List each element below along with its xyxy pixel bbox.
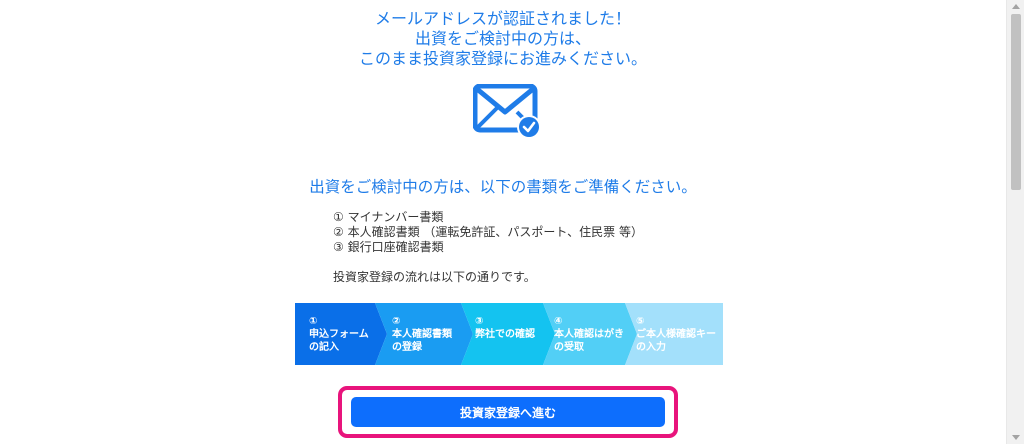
document-item: ② 本人確認書類 （運転免許証、パスポート、住民票 等） [333, 225, 643, 239]
flow-step-label: の記入 [309, 342, 339, 353]
headline-line-1: メールアドレスが認証されました！ [374, 9, 631, 28]
flow-step-label: 弊社での確認 [475, 329, 535, 340]
document-item: ① マイナンバー書類 [333, 210, 444, 224]
flow-step-label: の登録 [392, 342, 422, 353]
vertical-scrollbar[interactable] [1006, 0, 1024, 444]
headline-line-2: 出資をご検討中の方は、 [414, 29, 591, 48]
flow-step-number: ② [392, 316, 401, 327]
documents-list: ① マイナンバー書類 ② 本人確認書類 （運転免許証、パスポート、住民票 等） … [333, 210, 643, 255]
flow-intro-text: 投資家登録の流れは以下の通りです。 [333, 270, 536, 284]
flow-step-label: ご本人様確認キー [636, 329, 716, 340]
flow-step-number: ⑤ [636, 316, 645, 327]
flow-step-label: 本人確認書類 [392, 329, 452, 340]
flow-step-3: ③ 弊社での確認 [475, 315, 535, 341]
mail-verified-icon [472, 83, 541, 140]
documents-heading: 出資をご検討中の方は、以下の書類をご準備ください。 [309, 178, 697, 196]
scroll-up-arrow-icon[interactable] [1012, 4, 1020, 9]
flow-step-number: ④ [554, 316, 563, 327]
flow-step-number: ① [309, 316, 318, 327]
scroll-down-arrow-icon[interactable] [1012, 435, 1020, 440]
flow-step-label: 本人確認はがき [554, 329, 624, 340]
flow-step-label: の入力 [636, 342, 666, 353]
flow-step-1: ① 申込フォーム の記入 [309, 315, 369, 354]
flow-step-2: ② 本人確認書類 の登録 [392, 315, 452, 354]
flow-step-number: ③ [475, 316, 484, 327]
flow-step-4: ④ 本人確認はがき の受取 [554, 315, 624, 354]
headline-line-3: このまま投資家登録にお進みください。 [358, 49, 647, 68]
document-item: ③ 銀行口座確認書類 [333, 240, 444, 254]
flow-step-label: 申込フォーム [309, 329, 369, 340]
flow-step-label: の受取 [554, 342, 584, 353]
flow-step-5: ⑤ ご本人様確認キー の入力 [636, 315, 716, 354]
registration-flow: ① 申込フォーム の記入 ② 本人確認書類 の登録 ③ 弊社での確認 ④ 本人確… [295, 303, 723, 365]
proceed-investor-registration-button[interactable]: 投資家登録へ進む [351, 397, 665, 427]
scrollbar-thumb[interactable] [1011, 14, 1021, 190]
